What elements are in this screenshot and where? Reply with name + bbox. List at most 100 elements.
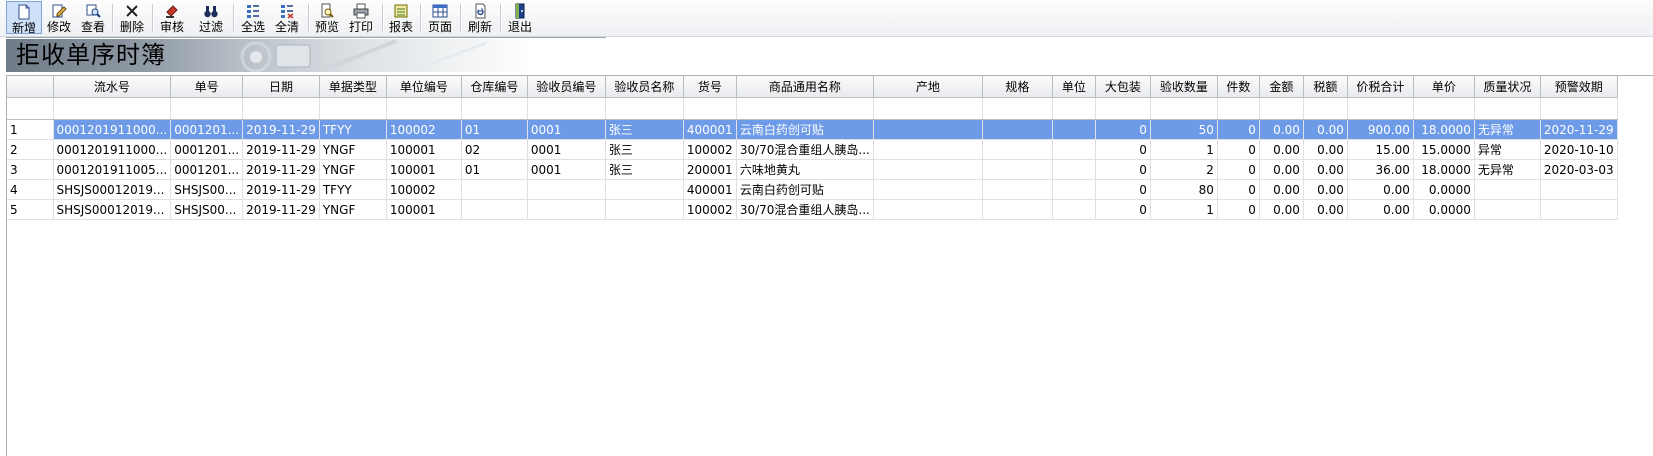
exit-button[interactable]: 退出 (505, 1, 535, 34)
filter-cell[interactable] (1259, 97, 1304, 120)
table-cell: 0.0000 (1413, 199, 1475, 220)
table-cell: 0001201... (170, 119, 244, 140)
column-header[interactable]: 预警效期 (1540, 76, 1618, 98)
column-header[interactable]: 仓库编号 (461, 76, 528, 98)
table-cell: 80 (1150, 179, 1218, 200)
table-row[interactable]: 1 0001201911000... 0001201... 2019-11-29 TFY… (7, 119, 1618, 140)
table-cell: 02 (461, 139, 528, 160)
column-header[interactable]: 日期 (242, 76, 320, 98)
printer-icon (353, 3, 369, 19)
column-header[interactable]: 规格 (982, 76, 1053, 98)
table-cell: 0001201911000... (53, 119, 172, 140)
print-button[interactable]: 打印 (346, 1, 376, 34)
filter-cell[interactable] (1095, 97, 1151, 120)
filter-cell[interactable] (1540, 97, 1618, 120)
table-cell (982, 179, 1053, 200)
table-cell (1540, 199, 1618, 220)
clear-all-button[interactable]: 全清 (272, 1, 302, 34)
grid-table: 流水号 单号 日期 单据类型 单位编号 仓库编号 验收员编号 验收员名称 货号 商品通用名称 产地规… (7, 76, 1618, 220)
report-button[interactable]: 报表 (386, 1, 416, 34)
filter-cell[interactable] (683, 97, 737, 120)
table-cell: YNGF (319, 159, 387, 180)
table-cell: 六味地黄丸 (736, 159, 874, 180)
refresh-button[interactable]: 刷新 (465, 1, 495, 34)
filter-cell[interactable] (1217, 97, 1260, 120)
preview-button[interactable]: 预览 (312, 1, 342, 34)
table-row[interactable]: 3 0001201911005... 0001201... 2019-11-29 YNG… (7, 159, 1618, 180)
table-row[interactable]: 2 0001201911000... 0001201... 2019-11-29 YNG… (7, 139, 1618, 160)
refresh-button-label: 刷新 (467, 20, 492, 34)
filter-cell[interactable] (873, 97, 983, 120)
table-cell: 张三 (605, 139, 684, 160)
column-header[interactable]: 单价 (1413, 76, 1475, 98)
banner-decoration-image (240, 39, 487, 72)
preview-icon (321, 3, 334, 18)
column-header[interactable]: 质量状况 (1474, 76, 1541, 98)
audit-button[interactable]: 审核 (157, 1, 187, 34)
table-cell: 2019-11-29 (242, 119, 320, 140)
page-button[interactable]: 页面 (425, 1, 455, 34)
filter-cell[interactable] (242, 97, 320, 120)
filter-button[interactable]: 过滤 (196, 1, 226, 34)
filter-cell[interactable] (1347, 97, 1414, 120)
filter-cell[interactable] (605, 97, 684, 120)
table-cell: 0.00 (1347, 179, 1414, 200)
filter-cell[interactable] (386, 97, 462, 120)
table-cell: 0.00 (1259, 159, 1304, 180)
filter-cell[interactable] (170, 97, 244, 120)
filter-cell[interactable] (1474, 97, 1541, 120)
column-header[interactable]: 验收员名称 (605, 76, 684, 98)
table-cell: 无异常 (1474, 119, 1541, 140)
filter-cell[interactable] (1150, 97, 1218, 120)
table-cell: 0001201... (170, 159, 244, 180)
table-cell (873, 199, 983, 220)
table-cell (982, 119, 1053, 140)
column-header[interactable]: 单位 (1052, 76, 1096, 98)
filter-cell[interactable] (1303, 97, 1348, 120)
filter-cell[interactable] (982, 97, 1053, 120)
table-cell: 2019-11-29 (242, 199, 320, 220)
table-row[interactable]: 5 SHSJS00012019... SHSJS00... 2019-11-29 YNG… (7, 199, 1618, 220)
table-cell: 0.00 (1303, 159, 1348, 180)
filter-cell[interactable] (461, 97, 528, 120)
column-header[interactable]: 流水号 (53, 76, 172, 98)
table-row[interactable]: 4 SHSJS00012019... SHSJS00... 2019-11-29 TFY… (7, 179, 1618, 200)
view-button[interactable]: 查看 (78, 1, 108, 34)
delete-button[interactable]: 删除 (117, 1, 147, 34)
column-header[interactable]: 大包装 (1095, 76, 1151, 98)
table-cell: 0001 (527, 119, 606, 140)
new-button[interactable]: 新增 (6, 1, 42, 35)
select-all-button-label: 全选 (240, 20, 265, 34)
column-header[interactable]: 验收数量 (1150, 76, 1218, 98)
column-header[interactable]: 金额 (1259, 76, 1304, 98)
column-header[interactable]: 商品通用名称 (736, 76, 874, 98)
column-header[interactable]: 单位编号 (386, 76, 462, 98)
table-cell: 100002 (683, 139, 737, 160)
banner-underline (6, 37, 606, 38)
table-cell: SHSJS00012019... (53, 199, 172, 220)
filter-cell[interactable] (53, 97, 172, 120)
column-header[interactable]: 税额 (1303, 76, 1348, 98)
table-cell: SHSJS00012019... (53, 179, 172, 200)
table-cell: 0001 (527, 159, 606, 180)
column-header[interactable]: 件数 (1217, 76, 1260, 98)
table-cell: 2019-11-29 (242, 139, 320, 160)
column-header[interactable]: 单据类型 (319, 76, 387, 98)
column-header[interactable]: 验收员编号 (527, 76, 606, 98)
column-header[interactable]: 价税合计 (1347, 76, 1414, 98)
column-header[interactable]: 产地 (873, 76, 983, 98)
column-header[interactable]: 单号 (170, 76, 244, 98)
table-cell: 云南白药创可贴 (736, 119, 874, 140)
select-all-button[interactable]: 全选 (238, 1, 268, 34)
filter-cell[interactable] (527, 97, 606, 120)
edit-button[interactable]: 修改 (44, 1, 74, 34)
filter-cell[interactable] (736, 97, 874, 120)
column-header[interactable]: 货号 (683, 76, 737, 98)
filter-cell[interactable] (1052, 97, 1096, 120)
column-header[interactable] (7, 76, 54, 98)
table-cell: 0001201911005... (53, 159, 172, 180)
table-cell: 18.0000 (1413, 159, 1475, 180)
filter-cell[interactable] (319, 97, 387, 120)
table-cell (605, 179, 684, 200)
filter-cell[interactable] (1413, 97, 1475, 120)
